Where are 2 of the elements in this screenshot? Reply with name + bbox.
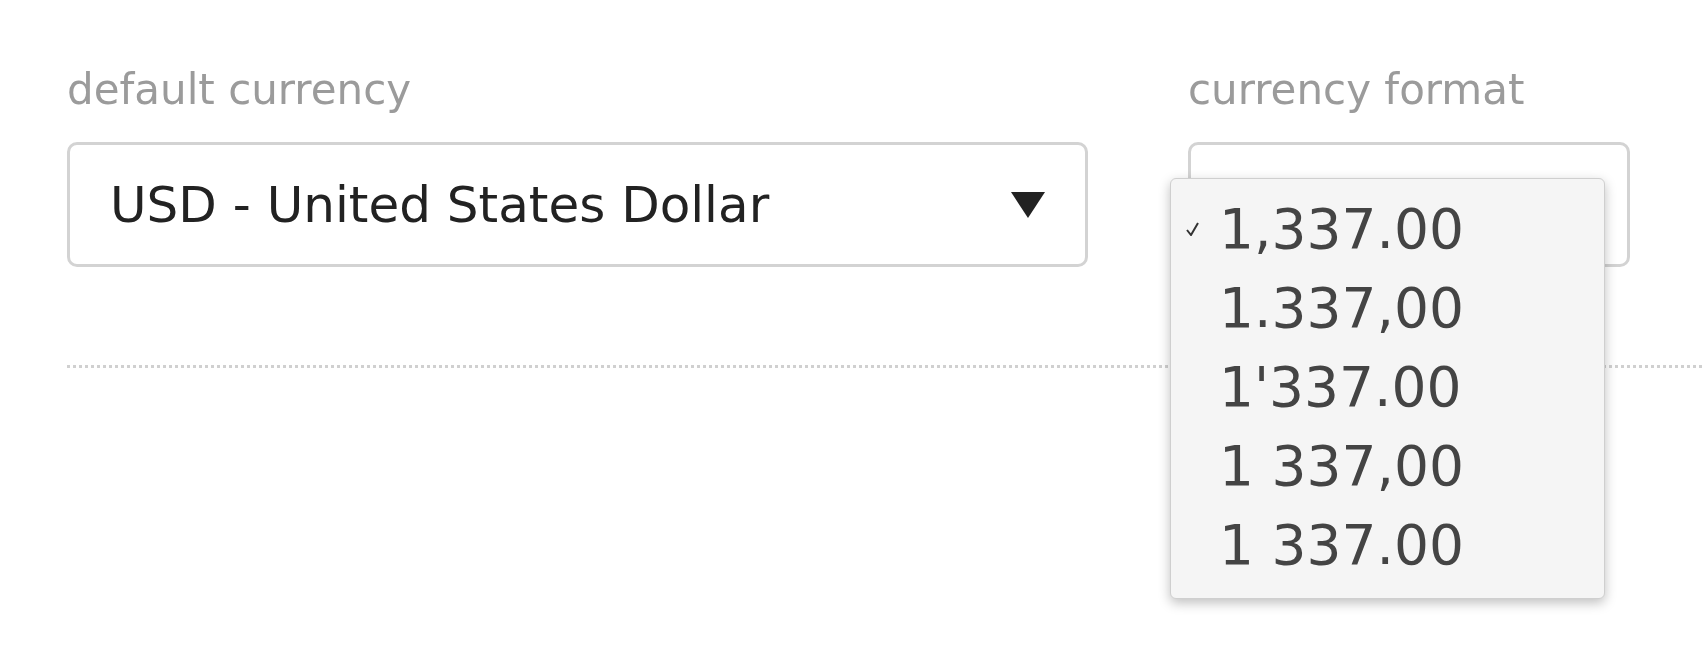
field-label: currency format xyxy=(1188,64,1525,116)
field-label: default currency xyxy=(67,64,412,116)
